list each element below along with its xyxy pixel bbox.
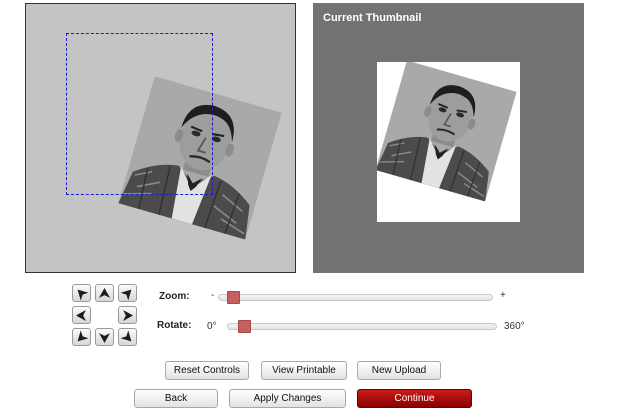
- rotate-slider[interactable]: [227, 320, 497, 333]
- arrow-up-left-button[interactable]: [72, 284, 91, 302]
- zoom-min-label: -: [211, 290, 215, 301]
- arrow-up-right-button[interactable]: [118, 284, 137, 302]
- zoom-label: Zoom:: [159, 291, 190, 302]
- arrow-down-left-button[interactable]: [72, 328, 91, 346]
- move-arrow-pad: [72, 284, 138, 346]
- back-button[interactable]: Back: [134, 389, 218, 408]
- arrow-right-icon: [122, 310, 133, 321]
- arrow-left-button[interactable]: [72, 306, 91, 324]
- rotate-min-label: 0°: [207, 321, 217, 332]
- arrow-up-left-icon: [74, 285, 90, 301]
- arrow-down-right-button[interactable]: [118, 328, 137, 346]
- thumbnail-photo: [377, 62, 517, 202]
- thumbnail-frame: [377, 62, 520, 222]
- editor-canvas[interactable]: [25, 3, 296, 273]
- apply-changes-button[interactable]: Apply Changes: [229, 389, 346, 408]
- crop-selection-box[interactable]: [66, 33, 213, 195]
- arrow-down-left-icon: [74, 329, 90, 345]
- arrow-down-button[interactable]: [95, 328, 114, 346]
- arrow-left-icon: [76, 310, 87, 321]
- rotate-max-label: 360°: [504, 321, 525, 332]
- reset-controls-button[interactable]: Reset Controls: [165, 361, 249, 380]
- thumbnail-preview-panel: Current Thumbnail: [313, 3, 584, 273]
- thumbnail-editor: Current Thumbnail Zoom: - + Rotate: 0° 3…: [0, 0, 630, 413]
- zoom-slider-thumb[interactable]: [227, 291, 240, 304]
- arrow-down-right-icon: [120, 329, 136, 345]
- rotate-label: Rotate:: [157, 320, 192, 331]
- thumbnail-portrait-image: [377, 62, 517, 202]
- view-printable-button[interactable]: View Printable: [261, 361, 347, 380]
- arrow-right-button[interactable]: [118, 306, 137, 324]
- arrow-up-button[interactable]: [95, 284, 114, 302]
- thumbnail-title: Current Thumbnail: [323, 12, 422, 24]
- new-upload-button[interactable]: New Upload: [357, 361, 441, 380]
- zoom-max-label: +: [500, 290, 506, 301]
- arrow-up-icon: [99, 288, 110, 299]
- zoom-slider[interactable]: [218, 291, 493, 304]
- rotate-slider-thumb[interactable]: [238, 320, 251, 333]
- arrow-down-icon: [99, 332, 110, 343]
- arrow-up-right-icon: [120, 285, 136, 301]
- continue-button[interactable]: Continue: [357, 389, 472, 408]
